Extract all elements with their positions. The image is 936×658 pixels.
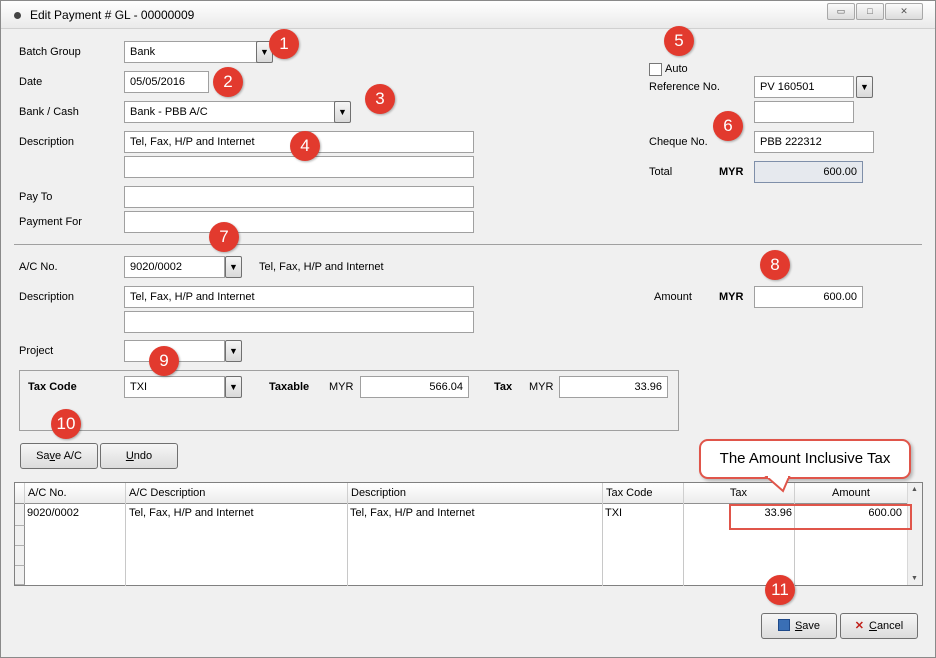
step-marker-7: 7 bbox=[209, 222, 239, 252]
step-marker-11: 11 bbox=[765, 575, 795, 605]
batch-group-select[interactable]: Bank bbox=[124, 41, 258, 63]
window-title: Edit Payment # GL - 00000009 bbox=[30, 8, 195, 22]
cell-description[interactable]: Tel, Fax, H/P and Internet bbox=[350, 507, 475, 519]
project-label: Project bbox=[19, 345, 54, 357]
column-header-ac-no[interactable]: A/C No. bbox=[25, 483, 126, 504]
date-label: Date bbox=[19, 76, 43, 88]
bank-cash-dropdown-button[interactable]: ▼ bbox=[334, 101, 351, 123]
title-bar: Edit Payment # GL - 00000009 ▭ □ ✕ bbox=[1, 1, 935, 29]
cheque-no-label: Cheque No. bbox=[649, 136, 708, 148]
tax-label: Tax bbox=[494, 381, 513, 393]
scroll-down-icon[interactable]: ▼ bbox=[911, 575, 918, 582]
amount-field[interactable]: 600.00 bbox=[754, 286, 863, 308]
reference-no-label: Reference No. bbox=[649, 81, 720, 93]
section-divider bbox=[14, 244, 922, 245]
auto-label: Auto bbox=[665, 63, 688, 75]
column-header-tax-code[interactable]: Tax Code bbox=[603, 483, 684, 504]
maximize-icon: □ bbox=[867, 6, 873, 16]
maximize-button[interactable]: □ bbox=[856, 3, 884, 20]
save-button[interactable]: Save bbox=[761, 613, 837, 639]
detail-description-field-line2[interactable] bbox=[124, 311, 474, 333]
tax-code-dropdown-button[interactable]: ▼ bbox=[225, 376, 242, 398]
amount-inclusive-tax-callout: The Amount Inclusive Tax bbox=[699, 439, 911, 479]
reference-no-field-line2[interactable] bbox=[754, 101, 854, 123]
total-label: Total bbox=[649, 166, 673, 178]
row-indicator[interactable] bbox=[15, 504, 25, 526]
total-amount: 600.00 bbox=[754, 161, 863, 183]
step-marker-4: 4 bbox=[290, 131, 320, 161]
close-icon: ✕ bbox=[854, 620, 864, 632]
tax-code-field[interactable]: TXI bbox=[124, 376, 225, 398]
ac-no-field[interactable]: 9020/0002 bbox=[124, 256, 225, 278]
total-currency: MYR bbox=[719, 166, 744, 178]
step-marker-10: 10 bbox=[51, 409, 81, 439]
step-marker-2: 2 bbox=[213, 67, 243, 97]
cell-tax-code[interactable]: TXI bbox=[605, 507, 622, 519]
payment-for-field[interactable] bbox=[124, 211, 474, 233]
column-header-description[interactable]: Description bbox=[348, 483, 603, 504]
payment-for-label: Payment For bbox=[19, 216, 82, 228]
scroll-up-icon[interactable]: ▲ bbox=[911, 486, 918, 493]
edit-payment-window: Edit Payment # GL - 00000009 ▭ □ ✕ Batch… bbox=[0, 0, 936, 658]
column-header-ac-description[interactable]: A/C Description bbox=[126, 483, 348, 504]
bank-cash-label: Bank / Cash bbox=[19, 106, 79, 118]
pay-to-label: Pay To bbox=[19, 191, 53, 203]
cell-ac-description[interactable]: Tel, Fax, H/P and Internet bbox=[129, 507, 254, 519]
window-menu-icon[interactable] bbox=[14, 12, 21, 19]
row-indicator[interactable] bbox=[15, 566, 25, 585]
reference-no-dropdown-button[interactable]: ▼ bbox=[856, 76, 873, 98]
save-ac-button[interactable]: Save A/C bbox=[20, 443, 98, 469]
taxable-amount-field[interactable]: 566.04 bbox=[360, 376, 469, 398]
floppy-disk-icon bbox=[777, 619, 790, 632]
amount-currency: MYR bbox=[719, 291, 744, 303]
auto-checkbox[interactable] bbox=[649, 63, 662, 76]
bank-cash-select[interactable]: Bank - PBB A/C bbox=[124, 101, 336, 123]
date-field[interactable]: 05/05/2016 bbox=[124, 71, 209, 93]
taxable-label: Taxable bbox=[269, 381, 310, 393]
taxable-currency: MYR bbox=[329, 381, 354, 393]
project-dropdown-button[interactable]: ▼ bbox=[225, 340, 242, 362]
detail-description-field[interactable]: Tel, Fax, H/P and Internet bbox=[124, 286, 474, 308]
minimize-button[interactable]: ▭ bbox=[827, 3, 855, 20]
tax-currency: MYR bbox=[529, 381, 554, 393]
column-header-amount[interactable]: Amount bbox=[795, 483, 908, 504]
cheque-no-field[interactable]: PBB 222312 bbox=[754, 131, 874, 153]
step-marker-6: 6 bbox=[713, 111, 743, 141]
chevron-down-icon: ▼ bbox=[860, 82, 869, 92]
chevron-down-icon: ▼ bbox=[229, 346, 238, 356]
step-marker-1: 1 bbox=[269, 29, 299, 59]
ac-no-dropdown-button[interactable]: ▼ bbox=[225, 256, 242, 278]
step-marker-5: 5 bbox=[664, 26, 694, 56]
reference-no-field[interactable]: PV 160501 bbox=[754, 76, 854, 98]
step-marker-8: 8 bbox=[760, 250, 790, 280]
amount-label: Amount bbox=[654, 291, 692, 303]
cancel-button[interactable]: ✕ Cancel bbox=[840, 613, 918, 639]
ac-lines-grid: A/C No. A/C Description Description Tax … bbox=[14, 482, 923, 586]
row-indicator[interactable] bbox=[15, 526, 25, 546]
cell-ac-no[interactable]: 9020/0002 bbox=[27, 507, 79, 519]
batch-group-label: Batch Group bbox=[19, 46, 81, 58]
ac-description-text: Tel, Fax, H/P and Internet bbox=[259, 261, 384, 273]
step-marker-9: 9 bbox=[149, 346, 179, 376]
pay-to-field[interactable] bbox=[124, 186, 474, 208]
close-icon: ✕ bbox=[900, 6, 908, 16]
undo-button[interactable]: Undo bbox=[100, 443, 178, 469]
minimize-icon: ▭ bbox=[836, 6, 846, 16]
chevron-down-icon: ▼ bbox=[338, 107, 347, 117]
tax-code-label: Tax Code bbox=[28, 381, 77, 393]
close-button[interactable]: ✕ bbox=[885, 3, 923, 20]
step-marker-3: 3 bbox=[365, 84, 395, 114]
chevron-down-icon: ▼ bbox=[260, 47, 269, 57]
grid-vertical-scrollbar[interactable]: ▲ ▼ bbox=[907, 483, 922, 585]
row-indicator[interactable] bbox=[15, 546, 25, 566]
tax-amount-highlight bbox=[729, 504, 912, 530]
description-label: Description bbox=[19, 136, 75, 148]
callout-pointer bbox=[764, 475, 791, 493]
grid-row-indicator-header bbox=[15, 483, 25, 504]
tax-amount-field[interactable]: 33.96 bbox=[559, 376, 668, 398]
detail-description-label: Description bbox=[19, 291, 75, 303]
ac-no-label: A/C No. bbox=[19, 261, 58, 273]
chevron-down-icon: ▼ bbox=[229, 262, 238, 272]
chevron-down-icon: ▼ bbox=[229, 382, 238, 392]
